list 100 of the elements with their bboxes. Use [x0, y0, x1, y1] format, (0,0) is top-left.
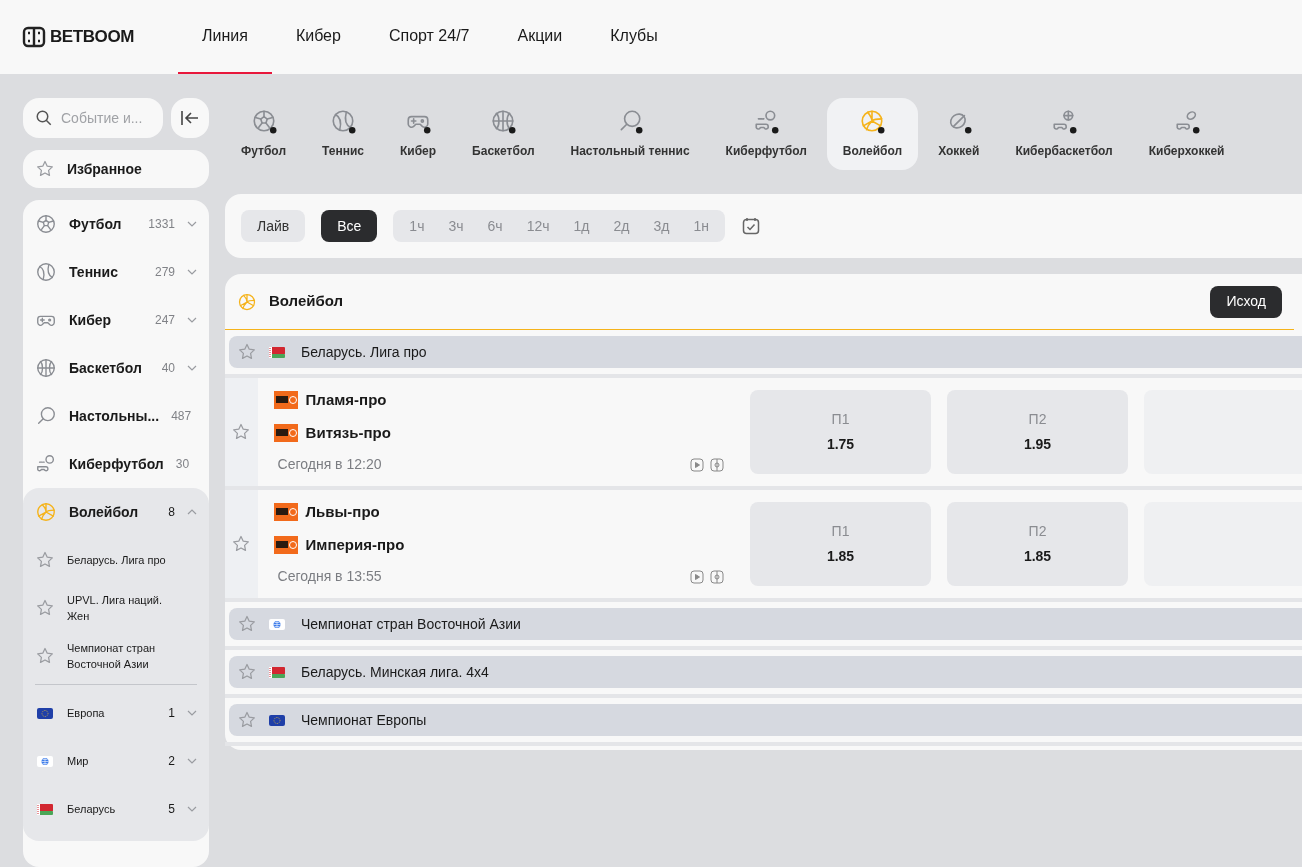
mode-button[interactable]: Все [321, 210, 378, 242]
collapse-button[interactable] [171, 98, 209, 138]
nav-tab[interactable]: Линия [178, 0, 272, 74]
country-name: Мир [67, 753, 90, 769]
basketball-icon [35, 357, 57, 380]
chevron-down-icon [187, 806, 197, 813]
match-time: Сегодня в 13:55 [276, 567, 383, 586]
chevron-up-icon [187, 509, 197, 516]
odds-button[interactable]: П1 1.85 [750, 502, 931, 586]
video-icon [690, 569, 704, 584]
country-name: Беларусь [67, 801, 117, 817]
event-count: 1331 [148, 216, 175, 234]
nav-tab[interactable]: Акции [493, 0, 587, 74]
team-name[interactable]: Витязь-про [305, 421, 391, 444]
sport-tab[interactable]: Баскетбол [456, 98, 551, 170]
sport-item[interactable]: Волейбол 8 [23, 488, 209, 537]
sport-tab[interactable]: Настольный теннис [554, 98, 706, 170]
league-link[interactable]: Чемпионат стран Восточной Азии [67, 640, 187, 673]
sport-item[interactable]: Баскетбол 40 [23, 344, 209, 393]
sport-tab[interactable]: Кибер [383, 98, 453, 170]
event-count: 40 [161, 360, 175, 378]
team-logo-icon [273, 423, 298, 442]
calendar-icon[interactable] [740, 216, 761, 236]
section-title: Волейбол [269, 291, 345, 312]
event-count: 8 [168, 504, 175, 522]
stats-field-icon [710, 457, 724, 472]
sport-tab[interactable]: Кибербаскетбол [999, 98, 1129, 170]
odds-button[interactable]: П2 1.95 [947, 390, 1128, 474]
event-count: 5 [168, 801, 175, 819]
league-link[interactable]: Беларусь. Лига про [67, 552, 187, 569]
tennis-ball-icon [35, 261, 57, 284]
chevron-down-icon [187, 221, 197, 228]
sport-name: Теннис [69, 262, 119, 282]
belarus-flag-icon [269, 346, 285, 358]
league-link[interactable]: UPVL. Лига наций. Жен [67, 592, 187, 625]
odds-button[interactable]: П1 1.75 [750, 390, 931, 474]
event-count: 2 [168, 753, 175, 771]
nav-tab[interactable]: Клубы [586, 0, 682, 74]
video-icon [690, 457, 704, 472]
country-name: Европа [67, 705, 106, 721]
star-icon[interactable] [237, 342, 257, 362]
favorites-button[interactable]: Избранное [23, 150, 209, 189]
league-header[interactable]: Чемпионат Европы [229, 704, 1302, 736]
league-name: Беларусь. Минская лига. 4х4 [301, 662, 489, 682]
mode-button[interactable]: Лайв [241, 210, 306, 242]
sport-item[interactable]: Кибер 247 [23, 296, 209, 345]
belarus-flag-icon [37, 803, 53, 815]
sport-tab[interactable]: Теннис [306, 98, 380, 170]
team-name[interactable]: Львы-про [305, 501, 380, 524]
event-count: 487 [171, 408, 192, 426]
sport-tab[interactable]: Футбол [225, 98, 302, 170]
belarus-flag-icon [269, 666, 285, 678]
search-field[interactable]: Событие и... [23, 98, 163, 138]
search-field[interactable]: Событие и... [61, 107, 151, 129]
sport-tab[interactable]: Киберфутбол [709, 98, 823, 170]
team-name[interactable]: Империя-про [305, 533, 405, 556]
volleyball-icon [237, 291, 257, 312]
globe-icon [37, 755, 53, 767]
nav-tab[interactable]: Спорт 24/7 [364, 0, 494, 74]
volleyball-icon [35, 501, 57, 524]
league-name: Чемпионат стран Восточной Азии [301, 614, 521, 634]
star-icon[interactable] [237, 662, 257, 682]
chevron-down-icon [187, 710, 197, 717]
sport-item[interactable]: Настольны... 487 [23, 392, 209, 441]
sport-item[interactable]: Футбол 1331 [23, 200, 209, 249]
event-count: 247 [154, 312, 175, 330]
volleyball-icon [859, 108, 886, 134]
sport-item[interactable]: Теннис 279 [23, 248, 209, 297]
sport-tab[interactable]: Волейбол [826, 98, 919, 170]
globe-icon [269, 618, 285, 630]
stats-field-icon [710, 569, 724, 584]
country-item[interactable]: Мир 2 [23, 737, 209, 786]
sport-name: Футбол [69, 214, 123, 234]
team-name[interactable]: Пламя-про [305, 389, 387, 412]
star-icon[interactable] [231, 534, 252, 554]
event-count: 279 [154, 264, 175, 282]
collapse-icon [180, 109, 200, 127]
country-item[interactable]: Европа 1 [23, 689, 209, 738]
league-header[interactable]: Чемпионат стран Восточной Азии [229, 608, 1302, 640]
chevron-down-icon [187, 758, 197, 765]
odds-button[interactable]: П2 1.85 [947, 502, 1128, 586]
gamepad-ball-icon [753, 108, 780, 134]
team-logo-icon [273, 503, 298, 522]
league-header[interactable]: Беларусь. Лига про [229, 336, 1302, 368]
sport-tab[interactable]: Хоккей [922, 98, 996, 170]
nav-tab[interactable]: Кибер [271, 0, 365, 74]
star-icon[interactable] [231, 422, 252, 442]
sport-tab[interactable]: Киберхоккей [1132, 98, 1241, 170]
star-icon[interactable] [237, 614, 257, 634]
star-icon[interactable] [237, 710, 257, 730]
gamepad-ball-icon [1051, 108, 1078, 134]
logo-text: BETBOOM [50, 26, 134, 49]
sport-item[interactable]: Киберфутбол 30 [23, 440, 209, 489]
logo-icon [22, 26, 46, 48]
sport-name: Кибер [69, 310, 113, 330]
eu-flag-icon [37, 707, 53, 719]
gamepad-puck-icon [1173, 108, 1200, 134]
market-button[interactable]: Исход [1210, 285, 1282, 318]
league-header[interactable]: Беларусь. Минская лига. 4х4 [229, 656, 1302, 688]
country-item[interactable]: Беларусь 5 [23, 785, 209, 834]
